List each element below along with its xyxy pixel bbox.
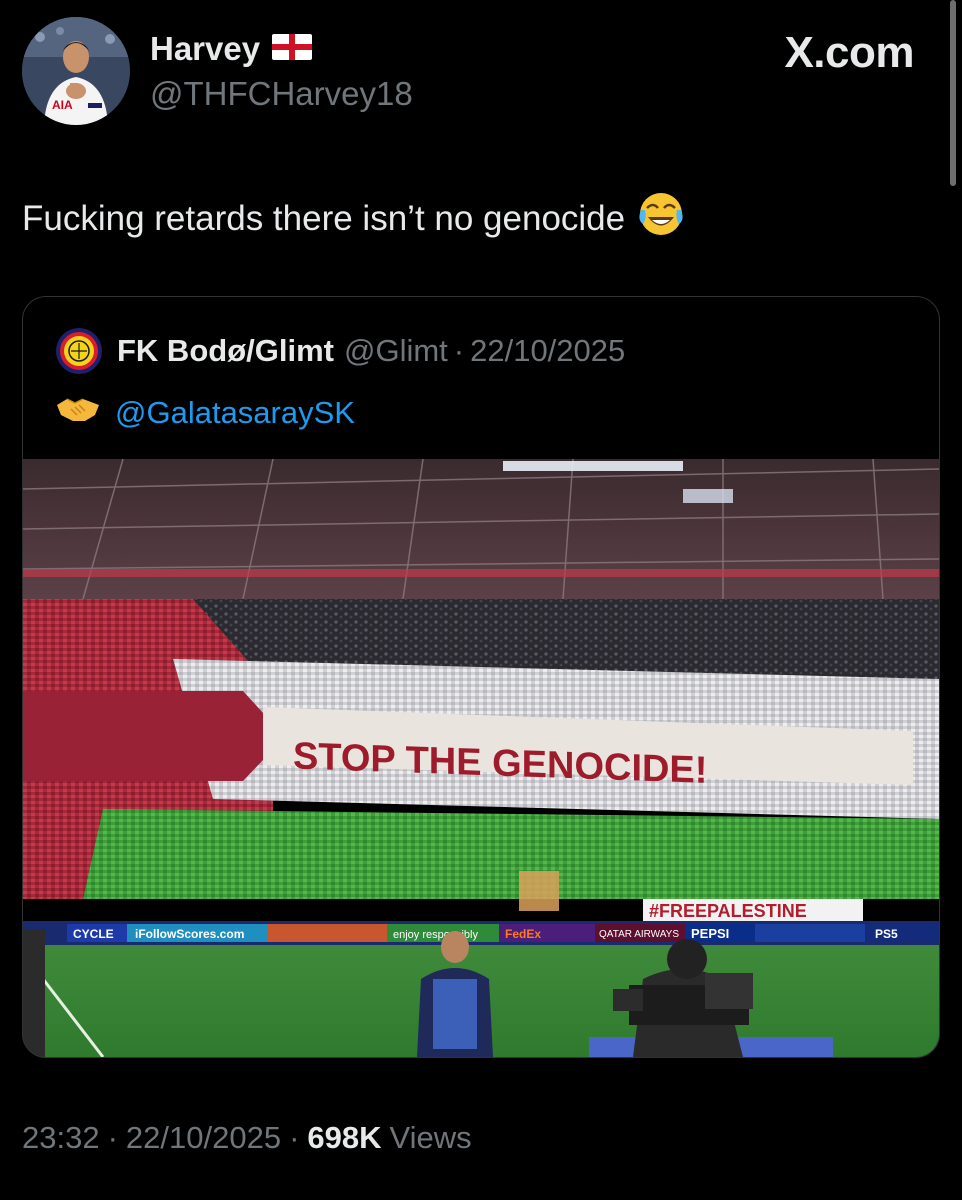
red-arrow-banner <box>23 691 285 781</box>
author-name-text: Harvey <box>150 30 261 67</box>
separator-dot: · <box>107 1120 118 1155</box>
quoted-author-handle[interactable]: @Glimt <box>344 333 448 369</box>
stadium-roof <box>23 459 939 599</box>
tweet-text-body: Fucking retards there isn’t no genocide <box>22 198 626 238</box>
bottom-strip <box>0 1190 962 1200</box>
ad-boards: CYCLE iFollowScores.com enjoy responsibl… <box>23 921 939 945</box>
scrollbar-thumb[interactable] <box>950 0 956 186</box>
avatar-photo: AIA <box>22 17 130 125</box>
separator-dot: · <box>289 1120 300 1155</box>
separator-dot: · <box>453 333 465 368</box>
sign-text: #FREEPALESTINE <box>649 901 807 921</box>
ad-pepsi: PEPSI <box>691 926 729 941</box>
tweet-text: Fucking retards there isn’t no genocide <box>22 190 685 247</box>
ad-ps5: PS5 <box>875 927 898 941</box>
views-label: Views <box>389 1120 472 1155</box>
ad-fedex: FedEx <box>505 927 541 941</box>
author-avatar[interactable]: AIA <box>22 17 130 125</box>
author-handle[interactable]: @THFCHarvey18 <box>150 75 413 113</box>
quoted-author-name[interactable]: FK Bodø/Glimt <box>117 333 334 369</box>
stadium-photo[interactable]: STOP THE GENOCIDE! #FREEPALESTINE CYCLE … <box>23 459 939 1057</box>
tweet-meta: 23:32 · 22/10/2025 · 698K Views <box>22 1120 472 1156</box>
floodlights <box>503 461 683 471</box>
quoted-tweet-date[interactable]: 22/10/2025 <box>470 333 625 369</box>
flag-banner <box>519 871 559 911</box>
ad-followscores: iFollowScores.com <box>135 927 244 941</box>
ad-qatar: QATAR AIRWAYS <box>599 929 679 940</box>
england-flag-icon <box>272 30 313 68</box>
quoted-tweet-header: FK Bodø/Glimt @Glimt · 22/10/2025 <box>55 327 625 375</box>
bodo-glimt-crest-icon[interactable] <box>55 327 103 375</box>
green-card-section <box>83 809 939 899</box>
quoted-tweet-text: @GalatasaraySK <box>55 393 355 433</box>
roof-red-band <box>23 569 939 577</box>
mention-link[interactable]: @GalatasaraySK <box>115 395 355 431</box>
tweet-time[interactable]: 23:32 <box>22 1120 100 1156</box>
tweet-date[interactable]: 22/10/2025 <box>126 1120 281 1156</box>
face-with-tears-of-joy-icon <box>637 190 685 247</box>
site-label: X.com <box>784 28 914 77</box>
views-count: 698K <box>307 1120 382 1155</box>
quoted-tweet-card[interactable]: FK Bodø/Glimt @Glimt · 22/10/2025 @Galat… <box>22 296 940 1058</box>
svg-text:AIA: AIA <box>52 98 73 112</box>
photographer-edge <box>23 929 45 1057</box>
author-display-name[interactable]: Harvey <box>150 30 313 68</box>
ad-cycle: CYCLE <box>73 927 114 941</box>
handshake-icon <box>55 393 101 433</box>
